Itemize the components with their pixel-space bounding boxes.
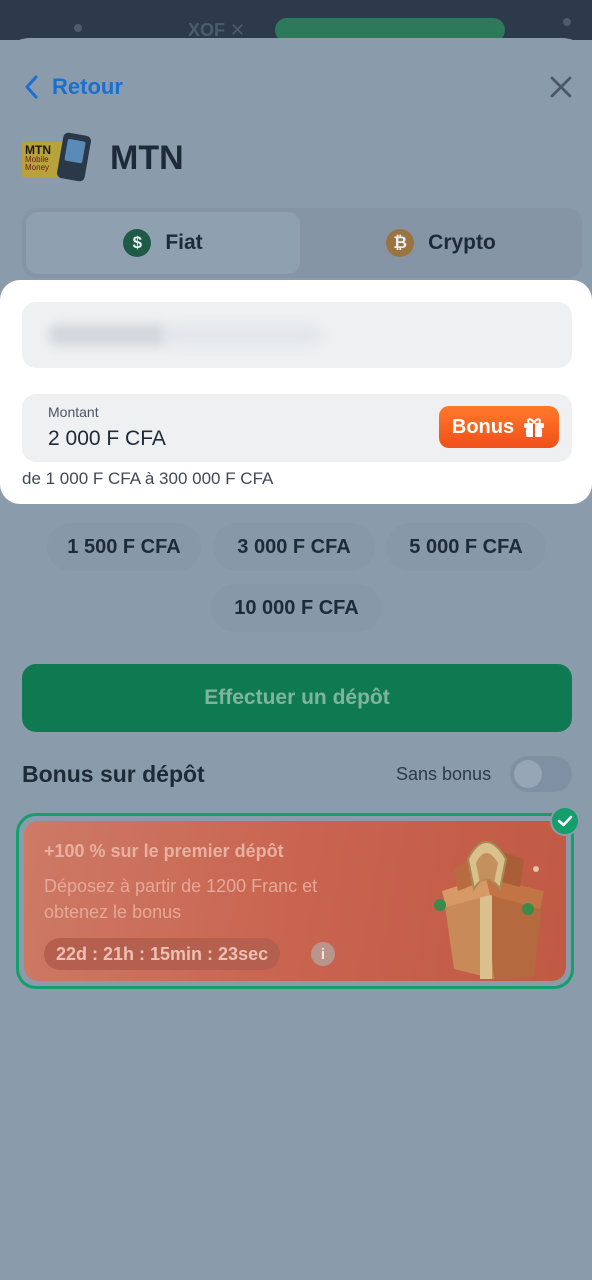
status-indicator-dot	[563, 18, 571, 26]
bonus-offer-card[interactable]: +100 % sur le premier dépôt Déposez à pa…	[16, 813, 574, 989]
chevron-left-icon	[25, 75, 38, 99]
tab-label: Fiat	[165, 231, 203, 254]
bonus-countdown-timer: 22d : 21h : 15min : 23sec	[44, 938, 281, 970]
mtn-mobile-money-logo: MTN Mobile Money	[22, 131, 92, 183]
sheet-header: Retour	[0, 68, 592, 108]
close-icon[interactable]	[548, 74, 574, 100]
tab-crypto[interactable]: ₿ Crypto	[304, 212, 578, 274]
quick-amount-chip[interactable]: 1 500 F CFA	[47, 523, 201, 571]
bonus-section-title: Bonus sur dépôt	[22, 761, 205, 787]
toggle-knob	[514, 760, 542, 788]
quick-amount-chip[interactable]: 5 000 F CFA	[386, 523, 546, 571]
amount-value: 2 000 F CFA	[48, 427, 166, 450]
back-label: Retour	[52, 74, 123, 99]
bonus-button[interactable]: Bonus	[439, 406, 559, 448]
info-icon[interactable]: i	[311, 942, 335, 966]
amount-label: Montant	[48, 404, 99, 420]
quick-amount-chip[interactable]: 3 000 F CFA	[213, 523, 375, 571]
no-bonus-label: Sans bonus	[396, 764, 492, 784]
redacted-phone-number	[48, 324, 168, 346]
selected-check-icon	[550, 806, 580, 836]
dollar-coin-icon: $	[123, 229, 152, 257]
amount-input[interactable]: Montant 2 000 F CFA Bonus	[22, 394, 572, 462]
bitcoin-icon: ₿	[386, 229, 415, 257]
tab-fiat[interactable]: $ Fiat	[26, 212, 300, 274]
gift-icon	[524, 418, 545, 437]
bonus-offer-banner: +100 % sur le premier dépôt Déposez à pa…	[24, 821, 566, 981]
bonus-offer-title: +100 % sur le premier dépôt	[44, 841, 284, 861]
phone-number-input[interactable]	[22, 302, 572, 368]
redacted-phone-number	[162, 326, 322, 344]
provider-name: MTN	[110, 138, 184, 177]
status-bar: XOF ✕	[0, 0, 592, 42]
no-bonus-toggle[interactable]	[510, 756, 572, 792]
phone-icon	[56, 131, 92, 183]
payment-type-tabs: $ Fiat ₿ Crypto	[22, 208, 582, 278]
deposit-form-card: Montant 2 000 F CFA Bonus de 1 000 F CFA…	[0, 280, 592, 504]
tab-label: Crypto	[428, 231, 496, 254]
quick-amount-chip[interactable]: 10 000 F CFA	[211, 584, 382, 632]
status-indicator-dot	[74, 24, 82, 32]
back-button[interactable]: Retour	[22, 74, 123, 100]
bonus-button-label: Bonus	[451, 415, 515, 438]
deposit-button[interactable]: Effectuer un dépôt	[22, 664, 572, 732]
payment-provider: MTN Mobile Money MTN	[22, 131, 184, 183]
bonus-offer-description: Déposez à partir de 1200 Franc et obtene…	[44, 876, 318, 922]
amount-range-hint: de 1 000 F CFA à 300 000 F CFA	[22, 469, 274, 488]
gift-box-illustration-icon	[434, 841, 544, 979]
